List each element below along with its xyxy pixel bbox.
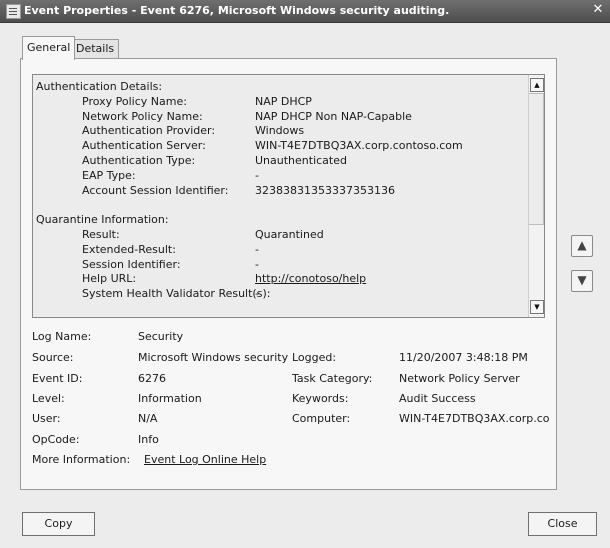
detail-row: System Health Validator Result(s): - xyxy=(36,287,516,302)
tab-general[interactable]: General xyxy=(22,36,76,60)
log-name-value: Security xyxy=(138,330,184,343)
arrow-up-icon: ▲ xyxy=(577,238,587,252)
detail-value: - xyxy=(255,168,259,182)
detail-value: NAP DHCP xyxy=(255,94,312,108)
help-url-link[interactable]: http://conotoso/help xyxy=(255,272,366,287)
detail-row: Result: Quarantined xyxy=(36,228,516,243)
source-label: Source: xyxy=(32,351,74,364)
detail-label: Help URL: xyxy=(82,272,137,286)
detail-value: - xyxy=(255,287,259,301)
scroll-up-icon[interactable]: ▲ xyxy=(530,78,544,92)
more-information-label: More Information: xyxy=(32,453,131,466)
vertical-scrollbar[interactable]: ▲ ▼ xyxy=(528,75,544,317)
detail-label: Extended-Result: xyxy=(82,242,176,256)
event-id-value: 6276 xyxy=(138,372,166,385)
detail-row: Proxy Policy Name: NAP DHCP xyxy=(36,95,516,110)
detail-label: Session Identifier: xyxy=(82,257,181,271)
scroll-down-icon[interactable]: ▼ xyxy=(530,300,544,314)
detail-value: Unauthenticated xyxy=(255,153,347,167)
level-value: Information xyxy=(138,392,202,405)
event-id-label: Event ID: xyxy=(32,372,83,385)
detail-value: - xyxy=(255,257,259,271)
level-label: Level: xyxy=(32,392,65,405)
detail-label: Authentication Server: xyxy=(82,139,206,153)
task-category-label: Task Category: xyxy=(292,372,373,385)
detail-value: Quarantined xyxy=(255,227,324,241)
detail-value: 32383831353337353136 xyxy=(255,183,395,197)
detail-row: Network Policy Name: NAP DHCP Non NAP-Cap… xyxy=(36,110,516,125)
event-description-box[interactable]: Authentication Details: Proxy Policy Nam… xyxy=(32,74,545,318)
detail-value: WIN-T4E7DTBQ3AX.corp.contoso.com xyxy=(255,139,463,153)
opcode-value: Info xyxy=(138,433,159,446)
detail-label: System Health Validator Result(s): xyxy=(82,287,271,301)
detail-row: Authentication Provider: Windows xyxy=(36,124,516,139)
title-bar: Event Properties - Event 6276, Microsoft… xyxy=(0,0,610,23)
computer-label: Computer: xyxy=(292,412,351,425)
scroll-thumb[interactable] xyxy=(529,93,544,225)
detail-row: Authentication Server: WIN-T4E7DTBQ3AX.co… xyxy=(36,139,516,154)
keywords-label: Keywords: xyxy=(292,392,349,405)
tab-details[interactable]: Details xyxy=(71,39,120,59)
detail-label: Authentication Provider: xyxy=(82,124,216,138)
detail-label: Account Session Identifier: xyxy=(82,183,229,197)
quarantine-info-header: Quarantine Information: xyxy=(36,213,169,227)
detail-row: Extended-Result: - xyxy=(36,243,516,258)
general-panel: Authentication Details: Proxy Policy Nam… xyxy=(20,58,557,490)
event-viewer-icon xyxy=(6,4,21,19)
user-label: User: xyxy=(32,412,61,425)
detail-label: Result: xyxy=(82,227,120,241)
next-event-button[interactable]: ▼ xyxy=(571,270,593,292)
detail-value: NAP DHCP Non NAP-Capable xyxy=(255,109,412,123)
copy-button[interactable]: Copy xyxy=(22,512,95,536)
computer-value: WIN-T4E7DTBQ3AX.corp.co xyxy=(399,412,550,425)
event-log-online-help-link[interactable]: Event Log Online Help xyxy=(144,453,266,466)
detail-row: Help URL: http://conotoso/help xyxy=(36,272,516,287)
task-category-value: Network Policy Server xyxy=(399,372,520,385)
event-description-content: Authentication Details: Proxy Policy Nam… xyxy=(36,80,516,302)
previous-event-button[interactable]: ▲ xyxy=(571,235,593,257)
user-value: N/A xyxy=(138,412,158,425)
detail-row: Authentication Type: Unauthenticated xyxy=(36,154,516,169)
auth-details-header: Authentication Details: xyxy=(36,80,163,93)
detail-row: EAP Type: - xyxy=(36,169,516,184)
keywords-value: Audit Success xyxy=(399,392,476,405)
close-button[interactable]: Close xyxy=(528,512,597,536)
detail-row: Account Session Identifier: 3238383135333… xyxy=(36,184,516,199)
detail-value: - xyxy=(255,242,259,256)
detail-value: Windows xyxy=(255,124,305,138)
arrow-down-icon: ▼ xyxy=(577,273,587,287)
log-name-label: Log Name: xyxy=(32,330,92,343)
source-value: Microsoft Windows security xyxy=(138,351,289,364)
opcode-label: OpCode: xyxy=(32,433,80,446)
detail-label: Network Policy Name: xyxy=(82,109,203,123)
detail-label: Authentication Type: xyxy=(82,153,196,167)
logged-value: 11/20/2007 3:48:18 PM xyxy=(399,351,528,364)
detail-row: Session Identifier: - xyxy=(36,258,516,273)
detail-label: Proxy Policy Name: xyxy=(82,94,187,108)
window-title: Event Properties - Event 6276, Microsoft… xyxy=(24,4,450,17)
close-icon[interactable]: ✕ xyxy=(590,2,606,18)
logged-label: Logged: xyxy=(292,351,337,364)
detail-label: EAP Type: xyxy=(82,168,136,182)
